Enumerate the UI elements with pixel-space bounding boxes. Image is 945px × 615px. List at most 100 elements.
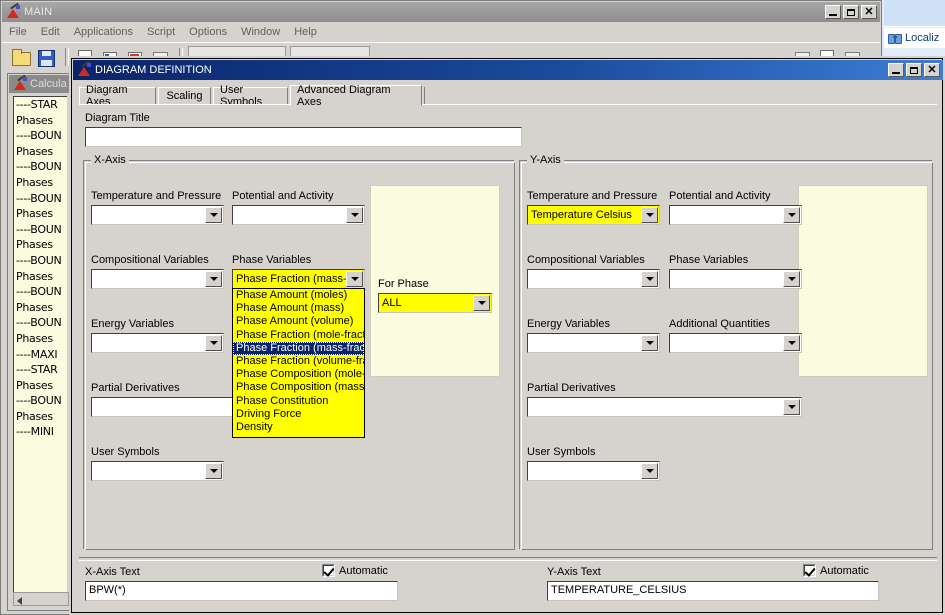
x-energy-variables-combo[interactable]	[91, 333, 224, 353]
list-item[interactable]: Phases	[14, 269, 68, 285]
chevron-down-icon[interactable]	[783, 335, 800, 351]
list-item[interactable]: Phases	[14, 113, 68, 129]
menu-options[interactable]: Options	[182, 24, 234, 40]
chevron-down-icon[interactable]	[205, 463, 222, 479]
chevron-down-icon[interactable]	[641, 463, 658, 479]
tab-panel-advanced-diagram-axes: Diagram Title X-Axis Temperature and Pre…	[79, 104, 937, 604]
menu-window[interactable]: Window	[234, 24, 287, 40]
dropdown-item[interactable]: Phase Composition (mass-fr	[233, 381, 364, 394]
chevron-down-icon[interactable]	[205, 207, 222, 223]
tab-scaling[interactable]: Scaling	[158, 87, 211, 105]
dropdown-item[interactable]: Phase Fraction (mole-fract)	[233, 329, 364, 342]
main-window-titlebar[interactable]: MAIN ✕	[2, 2, 880, 22]
x-compositional-variables-combo[interactable]	[91, 269, 224, 289]
dropdown-item[interactable]: Phase Composition (mole-fr	[233, 368, 364, 381]
chevron-down-icon[interactable]	[641, 271, 658, 287]
for-phase-combo[interactable]: ALL	[378, 293, 492, 313]
list-item[interactable]: Phases	[14, 300, 68, 316]
y-energy-variables-combo[interactable]	[527, 333, 660, 353]
list-item[interactable]: ----STAR	[14, 97, 68, 113]
maximize-button[interactable]	[906, 63, 922, 77]
dropdown-item[interactable]: Phase Constitution	[233, 395, 364, 408]
phase-variables-dropdown-list[interactable]: Phase Amount (moles) Phase Amount (mass) P…	[232, 288, 365, 438]
menu-file[interactable]: File	[2, 24, 34, 40]
list-item[interactable]: Phases	[14, 409, 68, 425]
list-item[interactable]: Phases	[14, 206, 68, 222]
side-panel-item-localize[interactable]: Localiz	[884, 28, 945, 48]
chevron-down-icon[interactable]	[473, 295, 490, 311]
y-partial-derivatives-combo[interactable]	[527, 397, 802, 417]
list-item[interactable]: ----BOUN	[14, 393, 68, 409]
list-item[interactable]: ----BOUN	[14, 159, 68, 175]
dialog-window-buttons: ✕	[888, 63, 940, 77]
chevron-down-icon[interactable]	[783, 271, 800, 287]
list-item[interactable]: ----BOUN	[14, 253, 68, 269]
x-temperature-pressure-label: Temperature and Pressure	[91, 190, 222, 202]
x-phase-variables-combo[interactable]: Phase Fraction (mass-fr	[232, 269, 365, 289]
list-item[interactable]: Phases	[14, 331, 68, 347]
minimize-button[interactable]	[888, 63, 904, 77]
chevron-down-icon[interactable]	[641, 207, 658, 223]
close-button[interactable]: ✕	[861, 5, 877, 19]
y-compositional-variables-combo[interactable]	[527, 269, 660, 289]
dropdown-item[interactable]: Phase Fraction (volume-frac	[233, 355, 364, 368]
x-temperature-pressure-combo[interactable]	[91, 205, 224, 225]
maximize-button[interactable]	[843, 5, 859, 19]
menu-edit[interactable]: Edit	[34, 24, 67, 40]
x-axis-text-input[interactable]: BPW(*)	[85, 581, 398, 601]
list-item[interactable]: Phases	[14, 175, 68, 191]
y-axis-automatic-checkbox[interactable]	[803, 564, 816, 577]
open-folder-icon[interactable]	[10, 46, 32, 68]
menu-applications[interactable]: Applications	[67, 24, 140, 40]
dialog-titlebar[interactable]: DIAGRAM DEFINITION ✕	[73, 60, 943, 80]
list-item[interactable]: ----BOUN	[14, 128, 68, 144]
dropdown-item-selected[interactable]: Phase Fraction (mass-fract)	[233, 341, 364, 355]
list-item[interactable]: ----BOUN	[14, 315, 68, 331]
y-temperature-pressure-combo[interactable]: Temperature Celsius	[527, 205, 660, 225]
tab-diagram-axes[interactable]: Diagram Axes	[79, 84, 156, 108]
chevron-down-icon[interactable]	[346, 271, 363, 287]
close-button[interactable]: ✕	[924, 63, 940, 77]
save-disk-icon[interactable]	[35, 46, 57, 68]
list-item[interactable]: ----BOUN	[14, 191, 68, 207]
y-axis-automatic-checkbox-wrap[interactable]: Automatic	[803, 564, 869, 577]
tab-user-symbols[interactable]: User Symbols	[213, 84, 288, 108]
x-user-symbols-combo[interactable]	[91, 461, 224, 481]
dropdown-item[interactable]: Driving Force	[233, 408, 364, 421]
dropdown-item[interactable]: Phase Amount (mass)	[233, 302, 364, 315]
minimize-button[interactable]	[825, 5, 841, 19]
chevron-down-icon[interactable]	[783, 207, 800, 223]
y-axis-text-input[interactable]: TEMPERATURE_CELSIUS	[547, 581, 879, 601]
tab-advanced-diagram-axes[interactable]: Advanced Diagram Axes	[290, 84, 422, 108]
x-axis-text-label: X-Axis Text	[85, 566, 140, 578]
dropdown-item[interactable]: Density	[233, 421, 364, 434]
chevron-down-icon[interactable]	[346, 207, 363, 223]
calculation-scroll-left-button[interactable]	[13, 592, 69, 606]
calculation-window-titlebar[interactable]: Calcula	[9, 75, 73, 93]
chevron-down-icon[interactable]	[783, 399, 800, 415]
list-item[interactable]: ----BOUN	[14, 284, 68, 300]
list-item[interactable]: ----MAXI	[14, 347, 68, 363]
calculation-listbox[interactable]: ----STAR Phases ----BOUN Phases ----BOUN Phas…	[13, 96, 69, 593]
dropdown-item[interactable]: Phase Amount (moles)	[233, 289, 364, 302]
diagram-title-input[interactable]	[85, 127, 522, 147]
y-phase-variables-combo[interactable]	[669, 269, 802, 289]
menu-script[interactable]: Script	[140, 24, 182, 40]
chevron-down-icon[interactable]	[205, 271, 222, 287]
chevron-down-icon[interactable]	[641, 335, 658, 351]
list-item[interactable]: Phases	[14, 144, 68, 160]
list-item[interactable]: ----BOUN	[14, 222, 68, 238]
x-axis-automatic-checkbox-wrap[interactable]: Automatic	[322, 564, 388, 577]
dropdown-item[interactable]: Phase Amount (volume)	[233, 315, 364, 328]
list-item[interactable]: ----STAR	[14, 362, 68, 378]
y-additional-quantities-combo[interactable]	[669, 333, 802, 353]
chevron-down-icon[interactable]	[205, 335, 222, 351]
list-item[interactable]: Phases	[14, 378, 68, 394]
x-potential-activity-combo[interactable]	[232, 205, 365, 225]
x-axis-automatic-checkbox[interactable]	[322, 564, 335, 577]
list-item[interactable]: Phases	[14, 237, 68, 253]
list-item[interactable]: ----MINI	[14, 424, 68, 440]
y-user-symbols-combo[interactable]	[527, 461, 660, 481]
y-potential-activity-combo[interactable]	[669, 205, 802, 225]
menu-help[interactable]: Help	[287, 24, 324, 40]
